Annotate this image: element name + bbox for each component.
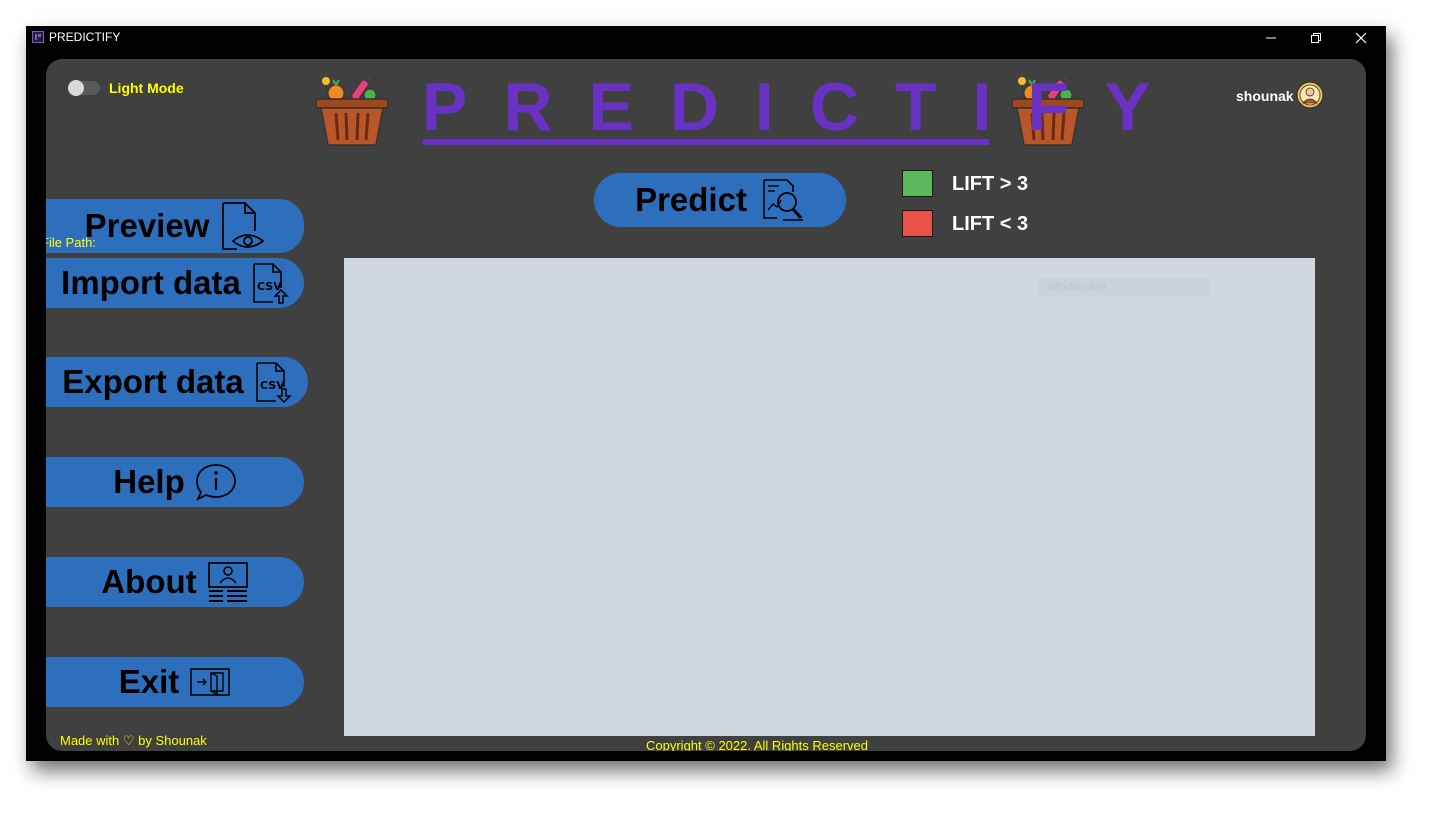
username-label: shounak [1236, 88, 1294, 104]
import-data-button[interactable]: Import data CSV [46, 258, 304, 308]
theme-toggle-label: Light Mode [109, 80, 184, 96]
exit-button[interactable]: Exit [46, 657, 304, 707]
legend-label-high-lift: LIFT > 3 [952, 173, 1029, 195]
help-button[interactable]: Help [46, 457, 304, 507]
app-logo-text: PREDICTIFY [422, 69, 1187, 145]
logo-underline [423, 139, 989, 145]
ghost-window-text: Window first [1047, 281, 1107, 293]
legend-label-low-lift: LIFT < 3 [952, 213, 1029, 235]
about-button[interactable]: About [46, 557, 304, 607]
preview-button-label: Preview [84, 207, 210, 244]
import-data-button-label: Import data [61, 264, 241, 301]
app-icon [32, 31, 44, 43]
close-icon [1355, 32, 1366, 43]
help-button-label: Help [113, 463, 185, 500]
restore-icon [1310, 32, 1321, 43]
csv-upload-icon: CSV [253, 263, 289, 304]
exit-button-label: Exit [118, 663, 180, 700]
exit-door-icon [190, 668, 231, 696]
minimize-button[interactable] [1248, 26, 1293, 49]
minimize-icon [1265, 37, 1276, 38]
export-data-button-label: Export data [62, 363, 244, 400]
about-button-label: About [101, 563, 197, 600]
restore-button[interactable] [1293, 26, 1338, 49]
info-bubble-icon [195, 464, 236, 501]
title-bar[interactable]: PREDICTIFY [26, 26, 1386, 49]
made-with-credit: Made with ♡ by Shounak [60, 733, 207, 748]
report-search-icon [763, 179, 803, 221]
legend-swatch-low-lift [902, 210, 933, 237]
export-data-button[interactable]: Export data CSV [46, 357, 308, 407]
theme-toggle[interactable] [68, 80, 100, 96]
window-title: PREDICTIFY [49, 30, 121, 44]
results-canvas[interactable]: Window first [344, 258, 1315, 736]
predict-button[interactable]: Predict [594, 173, 846, 227]
ghost-window-label: Window first [1039, 278, 1209, 296]
document-eye-icon [222, 202, 265, 250]
user-avatar-icon[interactable] [1296, 81, 1324, 109]
grocery-basket-icon [315, 74, 389, 146]
predict-button-label: Predict [635, 181, 747, 218]
svg-text:CSV: CSV [257, 280, 282, 293]
toggle-knob[interactable] [68, 80, 84, 96]
main-panel: Light Mode PREDICTIFY shounak Preview Fi… [46, 59, 1366, 751]
profile-card-icon [207, 562, 248, 602]
csv-download-icon: CSV [255, 362, 292, 403]
copyright-text: Copyright © 2022. All Rights Reserved [646, 738, 869, 751]
close-button[interactable] [1338, 26, 1383, 49]
legend-swatch-high-lift [902, 170, 933, 197]
file-path-label: File Path: [46, 235, 96, 250]
app-window: PREDICTIFY Light Mode PREDICTIFY shounak… [26, 26, 1386, 761]
